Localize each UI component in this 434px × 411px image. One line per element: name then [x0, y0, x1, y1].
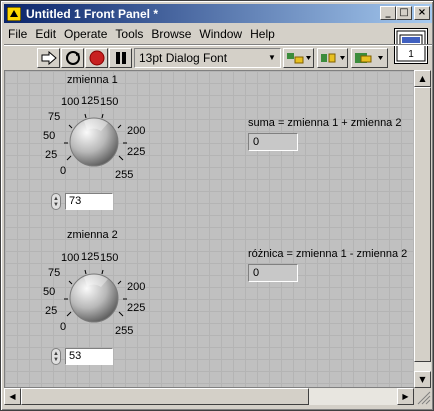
horizontal-scroll-thumb[interactable] — [21, 388, 309, 405]
knob1-tick-100: 100 — [61, 96, 80, 108]
title-bar[interactable]: Untitled 1 Front Panel * _ □ × — [4, 4, 432, 23]
knob2-tick-255: 255 — [115, 325, 134, 337]
window-title: Untitled 1 Front Panel * — [26, 6, 159, 21]
menu-window[interactable]: Window — [195, 24, 246, 44]
run-continuously-icon — [65, 51, 80, 65]
pause-icon — [115, 52, 126, 64]
run-arrow-icon — [41, 51, 57, 65]
abort-button[interactable] — [85, 48, 108, 68]
front-panel-canvas[interactable]: zmienna 1 0 25 50 75 100 125 150 200 225… — [4, 70, 415, 388]
vertical-scroll-thumb[interactable] — [414, 87, 431, 362]
maximize-icon: □ — [399, 7, 409, 18]
knob1-label: zmienna 1 — [67, 74, 118, 86]
pause-button[interactable] — [109, 48, 132, 68]
scroll-right-icon: ▶ — [402, 392, 409, 401]
align-objects-icon — [286, 53, 311, 64]
knob2-tick-50: 50 — [43, 286, 56, 298]
distribute-objects-icon — [320, 53, 345, 63]
maximize-button[interactable]: □ — [396, 6, 412, 20]
knob2-tick-150: 150 — [100, 252, 119, 264]
knob1-tick-200: 200 — [127, 125, 146, 137]
knob1-tick-125: 125 — [81, 95, 100, 107]
vertical-scrollbar[interactable]: ▲ ▼ — [414, 70, 431, 388]
font-dropdown-value: 13pt Dialog Font — [139, 51, 228, 65]
menu-operate[interactable]: Operate — [60, 24, 111, 44]
font-dropdown[interactable]: 13pt Dialog Font ▼ — [134, 48, 281, 68]
knob1-tick-75: 75 — [48, 111, 61, 123]
resize-grip-icon — [417, 391, 431, 405]
knob1-tick-25: 25 — [45, 149, 58, 161]
reorder-icon — [354, 53, 383, 63]
knob2[interactable] — [63, 269, 129, 327]
close-button[interactable]: × — [414, 6, 430, 20]
toolbar: 13pt Dialog Font ▼ — [4, 44, 432, 69]
knob2-label: zmienna 2 — [67, 229, 118, 241]
menu-edit[interactable]: Edit — [31, 24, 60, 44]
menu-tools[interactable]: Tools — [111, 24, 147, 44]
knob2-tick-25: 25 — [45, 305, 58, 317]
down-arrow-icon: ▼ — [53, 356, 59, 363]
scroll-up-icon: ▲ — [419, 74, 426, 83]
menu-bar: File Edit Operate Tools Browse Window He… — [4, 24, 432, 44]
knob2-tick-100: 100 — [61, 252, 80, 264]
sum-indicator: 0 — [248, 133, 298, 151]
scroll-down-button[interactable]: ▼ — [414, 371, 431, 388]
knob2-numeric-control[interactable]: ▲ ▼ 53 — [51, 347, 113, 366]
scroll-up-button[interactable]: ▲ — [414, 70, 431, 87]
labview-app-icon — [6, 6, 22, 21]
knob2-value-field[interactable]: 53 — [65, 348, 113, 365]
difference-indicator: 0 — [248, 264, 298, 282]
knob2-increment-decrement[interactable]: ▲ ▼ — [51, 348, 61, 365]
knob2-tick-125: 125 — [81, 251, 100, 263]
minimize-button[interactable]: _ — [380, 6, 396, 20]
menu-file[interactable]: File — [4, 24, 31, 44]
stop-icon — [89, 50, 104, 66]
minimize-icon: _ — [385, 7, 391, 18]
knob1-tick-225: 225 — [127, 146, 146, 158]
reorder-button[interactable] — [351, 48, 388, 68]
knob1-tick-150: 150 — [100, 96, 119, 108]
horizontal-scrollbar[interactable]: ◀ ▶ — [4, 388, 414, 405]
knob2-tick-200: 200 — [127, 281, 146, 293]
knob1[interactable] — [63, 113, 129, 171]
scroll-down-icon: ▼ — [419, 375, 426, 384]
front-panel-window: Untitled 1 Front Panel * _ □ × File Edit… — [0, 0, 434, 411]
sum-indicator-label: suma = zmienna 1 + zmienna 2 — [248, 117, 402, 129]
menu-help[interactable]: Help — [246, 24, 279, 44]
scroll-right-button[interactable]: ▶ — [397, 388, 414, 405]
knob1-increment-decrement[interactable]: ▲ ▼ — [51, 193, 61, 210]
resize-grip[interactable] — [414, 388, 431, 405]
knob1-numeric-control[interactable]: ▲ ▼ 73 — [51, 192, 113, 211]
align-objects-button[interactable] — [283, 48, 314, 68]
difference-indicator-label: różnica = zmienna 1 - zmienna 2 — [248, 248, 408, 260]
close-icon: × — [417, 7, 427, 18]
run-button[interactable] — [37, 48, 60, 68]
menu-browse[interactable]: Browse — [147, 24, 195, 44]
down-arrow-icon: ▼ — [53, 201, 59, 208]
distribute-objects-button[interactable] — [317, 48, 348, 68]
scroll-left-icon: ◀ — [9, 392, 16, 401]
knob2-tick-225: 225 — [127, 302, 146, 314]
knob1-tick-50: 50 — [43, 130, 56, 142]
run-continuously-button[interactable] — [61, 48, 84, 68]
knob2-tick-75: 75 — [48, 267, 61, 279]
knob1-tick-255: 255 — [115, 169, 134, 181]
scroll-left-button[interactable]: ◀ — [4, 388, 21, 405]
knob1-value-field[interactable]: 73 — [65, 193, 113, 210]
chevron-down-icon: ▼ — [268, 53, 276, 62]
